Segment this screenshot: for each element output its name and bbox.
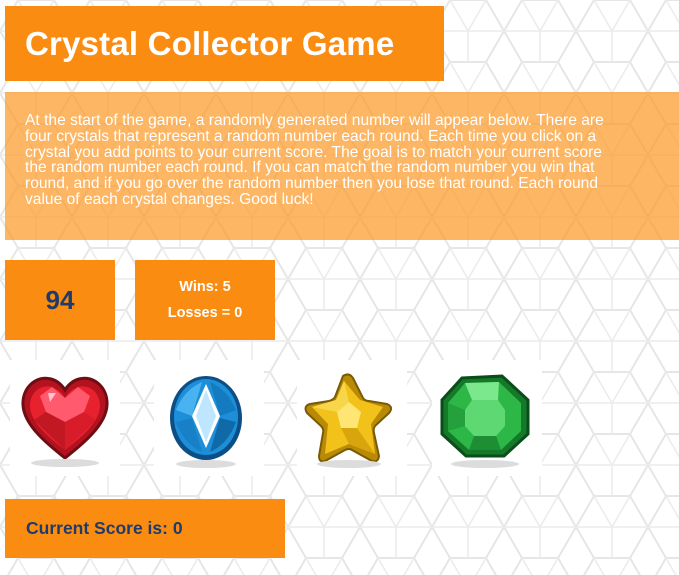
blue-oval-crystal-icon bbox=[170, 376, 242, 468]
stats-box: Wins: 5 Losses = 0 bbox=[135, 260, 275, 340]
red-heart-crystal-icon bbox=[21, 376, 109, 467]
instructions-line: At the start of the game, a randomly gen… bbox=[25, 112, 604, 129]
page-title: Crystal Collector Game bbox=[25, 24, 395, 62]
losses-count: Losses = 0 bbox=[167, 305, 243, 321]
crystal-button-blue[interactable] bbox=[154, 360, 264, 476]
crystal-button-green[interactable] bbox=[432, 360, 542, 476]
instructions-line: four crystals that represent a random nu… bbox=[25, 127, 597, 145]
instructions-panel: At the start of the game, a randomly gen… bbox=[5, 92, 679, 240]
current-score-box: Current Score is: 0 bbox=[5, 499, 285, 558]
instructions-line: round, and if you go over the random num… bbox=[25, 175, 599, 193]
crystal-button-red[interactable] bbox=[10, 360, 120, 476]
title-banner: Crystal Collector Game bbox=[5, 6, 444, 81]
instructions-line: crystal you add points to your current s… bbox=[25, 143, 602, 161]
instructions-line: the random number each round. If you can… bbox=[25, 159, 595, 177]
current-score-label: Current Score is: 0 bbox=[26, 518, 183, 538]
green-octagon-crystal-icon bbox=[440, 374, 530, 468]
crystal-button-yellow[interactable] bbox=[297, 360, 407, 476]
wins-count: Wins: 5 bbox=[179, 279, 231, 295]
target-number-box: 94 bbox=[5, 260, 115, 340]
yellow-star-crystal-icon bbox=[304, 373, 393, 468]
instructions-text: At the start of the game, a randomly gen… bbox=[25, 113, 679, 208]
target-number: 94 bbox=[45, 284, 75, 315]
instructions-line: value of each crystal changes. Good luck… bbox=[25, 190, 314, 208]
